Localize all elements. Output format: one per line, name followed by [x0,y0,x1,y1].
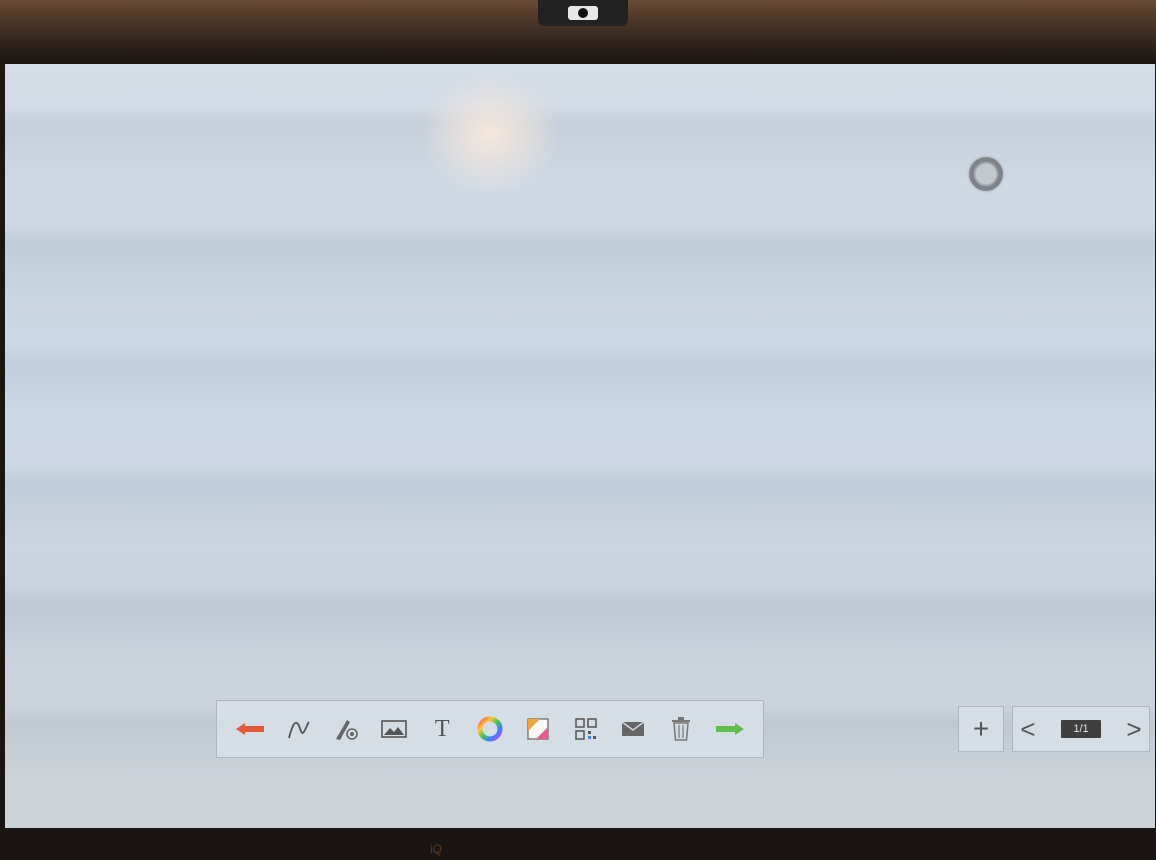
redo-arrow-icon [716,723,745,735]
webcam [538,0,628,26]
pen-tool-button[interactable] [283,713,315,745]
background-button[interactable] [522,713,554,745]
brand-logo: iQ [430,842,442,856]
bottom-toolbar: T [216,700,764,758]
background-icon [527,718,549,740]
image-tool-button[interactable] [378,713,410,745]
previous-page-button[interactable]: < [1019,714,1037,745]
pen-icon [287,721,310,739]
email-button[interactable] [617,713,649,745]
page-controls: + < 1/1 > [958,705,1150,753]
qr-code-icon [574,718,597,740]
undo-arrow-icon [235,723,264,735]
email-icon [621,721,645,736]
qr-share-button[interactable] [570,713,602,745]
redo-button[interactable] [713,713,745,745]
color-picker-button[interactable] [474,713,506,745]
image-icon [381,720,408,738]
delete-button[interactable] [665,713,697,745]
eraser-icon [335,720,358,740]
page-indicator: 1/1 [1061,720,1101,738]
text-tool-button[interactable]: T [426,713,458,745]
add-page-button[interactable]: + [958,706,1004,752]
display-bezel: T + < 1/1 > iQ [0,0,1156,860]
next-page-button[interactable]: > [1125,714,1143,745]
color-wheel-icon [477,716,503,742]
touch-cursor-indicator [969,157,1003,191]
text-icon: T [434,715,450,742]
page-navigator: < 1/1 > [1012,706,1150,752]
webcam-lens [568,6,598,20]
eraser-tool-button[interactable] [331,713,363,745]
trash-icon [672,717,691,741]
undo-button[interactable] [235,713,267,745]
